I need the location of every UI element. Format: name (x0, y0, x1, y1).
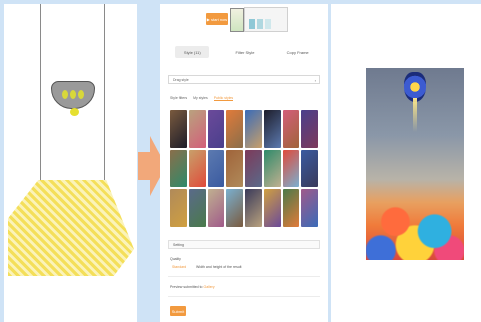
style-thumbnail[interactable] (301, 149, 318, 188)
resolution-hint: Width and height of the result (196, 265, 242, 269)
stylized-result-image (366, 68, 464, 260)
tab-filter-style[interactable]: Filter Style (228, 46, 262, 58)
divider (168, 276, 320, 277)
promo-preview-thumbnail (244, 7, 288, 32)
lamp-dot (70, 90, 76, 99)
style-thumbnail[interactable] (226, 149, 243, 188)
output-result-panel (331, 4, 481, 322)
lamp-dot (62, 90, 68, 99)
chevron-right-icon: › (314, 78, 316, 83)
style-thumbnail[interactable] (170, 110, 187, 148)
style-thumbnail[interactable] (188, 110, 206, 148)
tab-style[interactable]: Style (11) (175, 46, 210, 58)
subtab-public-styles[interactable]: Public styles (213, 96, 234, 101)
note-text-body: Preview submitted to (170, 285, 203, 289)
style-thumbnail[interactable] (188, 149, 206, 188)
quality-value[interactable]: Standard (172, 265, 186, 269)
lamp-dot (78, 90, 84, 99)
style-thumbnail-grid (170, 110, 318, 227)
mode-tabs: Style (11) Filter Style Copy Frame (166, 46, 324, 60)
result-light-ray (413, 98, 417, 132)
style-select-value: Drag style (173, 77, 189, 82)
style-thumbnail[interactable] (170, 149, 187, 188)
input-sketch-panel (4, 4, 137, 322)
style-app-panel: ▶ start now Style (11) Filter Style Copy… (160, 4, 328, 322)
sketch-lamp-bulb (70, 108, 79, 116)
style-thumbnail[interactable] (207, 149, 225, 188)
style-thumbnail[interactable] (207, 110, 225, 148)
divider (168, 296, 320, 297)
style-subtabs: Style filters My styles Public styles (170, 96, 234, 101)
style-thumbnail[interactable] (226, 110, 243, 148)
style-select[interactable]: Drag style › (168, 75, 320, 84)
style-thumbnail[interactable] (282, 110, 300, 148)
style-thumbnail[interactable] (282, 149, 300, 188)
tab-copy-frame[interactable]: Copy Frame (281, 46, 315, 58)
gallery-link[interactable]: Gallery (203, 285, 214, 289)
style-thumbnail[interactable] (301, 110, 318, 148)
sketch-floor (8, 180, 134, 276)
style-thumbnail[interactable] (245, 110, 262, 148)
setting-field[interactable]: Setting (168, 240, 320, 249)
sketch-lamp (51, 81, 95, 109)
subtab-my-styles[interactable]: My styles (193, 96, 208, 101)
style-thumbnail[interactable] (170, 189, 187, 227)
phone-preview-thumbnail (230, 8, 244, 32)
note-text: Preview submitted to Gallery (170, 285, 215, 289)
start-button[interactable]: ▶ start now (206, 13, 228, 25)
style-thumbnail[interactable] (207, 189, 225, 227)
style-thumbnail[interactable] (188, 189, 206, 227)
style-thumbnail[interactable] (301, 189, 318, 227)
setting-label: Setting (173, 242, 184, 247)
submit-button[interactable]: Submit (170, 306, 186, 316)
style-thumbnail[interactable] (263, 189, 281, 227)
style-thumbnail[interactable] (245, 189, 262, 227)
style-thumbnail[interactable] (263, 110, 281, 148)
subtab-style-filters[interactable]: Style filters (170, 96, 187, 101)
style-thumbnail[interactable] (245, 149, 262, 188)
style-thumbnail[interactable] (263, 149, 281, 188)
style-thumbnail[interactable] (282, 189, 300, 227)
wall-line-left (40, 4, 41, 184)
quality-label: Quality (170, 257, 181, 261)
wall-line-right (104, 4, 105, 184)
style-thumbnail[interactable] (226, 189, 243, 227)
